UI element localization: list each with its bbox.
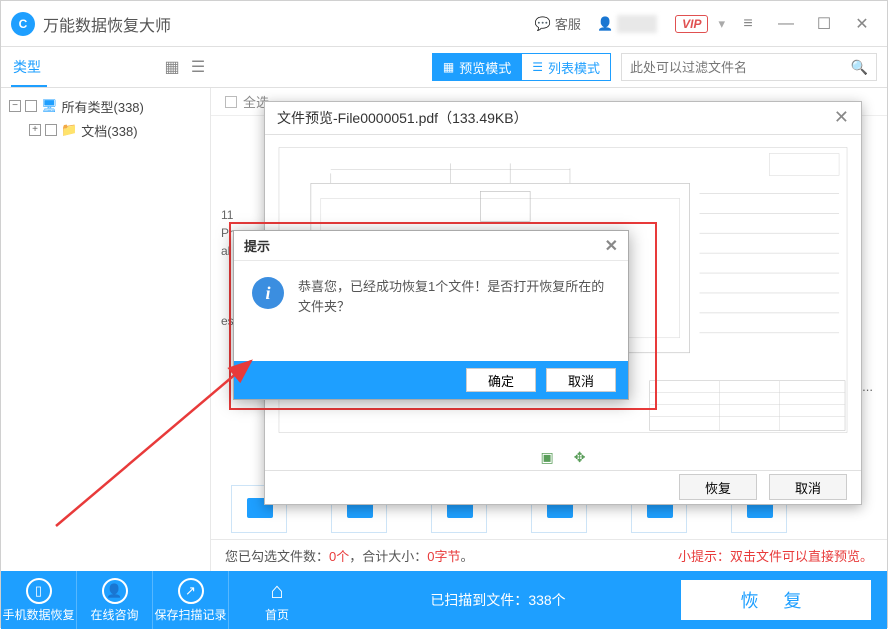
- app-logo-icon: C: [11, 12, 35, 36]
- sidebar: − 🖥 所有类型(338) + 📁 文档(338): [1, 88, 211, 571]
- vip-badge[interactable]: VIP: [675, 15, 708, 33]
- tree-label: 文档(338): [81, 121, 137, 140]
- checkbox[interactable]: [225, 96, 237, 108]
- close-icon[interactable]: ✕: [605, 236, 618, 256]
- grid-icon: ▦: [443, 60, 454, 74]
- collapse-icon[interactable]: −: [9, 100, 21, 112]
- checkbox[interactable]: [45, 124, 57, 136]
- maximize-button[interactable]: ☐: [805, 1, 843, 47]
- home-button[interactable]: ⌂首页: [239, 571, 315, 629]
- list-view-icon[interactable]: ☰: [185, 57, 211, 77]
- sidebar-header: 类型 ▦ ☰: [1, 57, 211, 77]
- preview-title-bar: 文件预览-File0000051.pdf（133.49KB） ✕: [265, 102, 861, 135]
- export-icon: ↗: [178, 578, 204, 604]
- kefu-button[interactable]: 💬客服: [527, 1, 589, 47]
- prompt-cancel-button[interactable]: 取消: [546, 368, 616, 392]
- close-button[interactable]: ✕: [843, 1, 881, 47]
- preview-title: 文件预览-File0000051.pdf（133.49KB）: [277, 108, 528, 128]
- list-icon: ☰: [532, 60, 543, 74]
- phone-recover-button[interactable]: ▯手机数据恢复: [1, 571, 77, 629]
- chat-icon: 💬: [535, 16, 551, 32]
- folder-icon: 📁: [61, 122, 77, 138]
- tree-label: 所有类型(338): [62, 97, 144, 116]
- recover-button[interactable]: 恢 复: [681, 580, 871, 620]
- footer: ▯手机数据恢复 👤在线咨询 ↗保存扫描记录 ⌂首页 已扫描到文件：338个 恢 …: [1, 571, 887, 629]
- grid-view-icon[interactable]: ▦: [159, 57, 185, 77]
- zoom-actual-icon[interactable]: ✥: [574, 449, 586, 466]
- toolbar: 类型 ▦ ☰ ▦预览模式 ☰列表模式 🔍: [1, 47, 887, 87]
- home-icon: ⌂: [264, 578, 290, 604]
- tree-child-docs[interactable]: + 📁 文档(338): [1, 118, 210, 142]
- titlebar: C 万能数据恢复大师 💬客服 👤 VIP ▾ ≡ — ☐ ✕: [1, 1, 887, 47]
- prompt-message: 恭喜您，已经成功恢复1个文件！是否打开恢复所在的文件夹？: [298, 277, 610, 345]
- prompt-title-bar: 提示 ✕: [234, 231, 628, 261]
- list-mode-button[interactable]: ☰列表模式: [521, 53, 611, 81]
- search-icon[interactable]: 🔍: [851, 59, 868, 76]
- minimize-button[interactable]: —: [767, 1, 805, 47]
- expand-icon[interactable]: +: [29, 124, 41, 136]
- prompt-dialog: 提示 ✕ i 恭喜您，已经成功恢复1个文件！是否打开恢复所在的文件夹？ 确定 取…: [233, 230, 629, 400]
- filter-box: 🔍: [621, 53, 877, 81]
- prompt-title: 提示: [244, 236, 270, 255]
- menu-button[interactable]: ≡: [729, 1, 767, 47]
- tree-root[interactable]: − 🖥 所有类型(338): [1, 94, 210, 118]
- user-area[interactable]: 👤: [589, 1, 669, 47]
- status-bar: 您已勾选文件数：0个，合计大小：0字节。 小提示：双击文件可以直接预览。: [211, 539, 887, 571]
- preview-controls: ▣ ✥: [265, 444, 861, 469]
- sidebar-tab-type[interactable]: 类型: [13, 57, 159, 77]
- filter-input[interactable]: [630, 60, 851, 75]
- phone-icon: ▯: [26, 578, 52, 604]
- save-scan-button[interactable]: ↗保存扫描记录: [153, 571, 229, 629]
- zoom-fit-icon[interactable]: ▣: [541, 449, 554, 466]
- checkbox[interactable]: [25, 100, 37, 112]
- preview-mode-button[interactable]: ▦预览模式: [432, 53, 522, 81]
- person-icon: 👤: [102, 578, 128, 604]
- preview-recover-button[interactable]: 恢复: [679, 474, 757, 500]
- info-icon: i: [252, 277, 284, 309]
- close-icon[interactable]: ✕: [834, 107, 849, 128]
- monitor-icon: 🖥: [41, 98, 58, 114]
- tip-text: 小提示：双击文件可以直接预览。: [678, 546, 873, 565]
- prompt-ok-button[interactable]: 确定: [466, 368, 536, 392]
- dropdown-icon[interactable]: ▾: [714, 1, 729, 47]
- app-title: 万能数据恢复大师: [43, 12, 527, 36]
- consult-button[interactable]: 👤在线咨询: [77, 571, 153, 629]
- preview-cancel-button[interactable]: 取消: [769, 474, 847, 500]
- scan-status: 已扫描到文件：338个: [315, 590, 681, 610]
